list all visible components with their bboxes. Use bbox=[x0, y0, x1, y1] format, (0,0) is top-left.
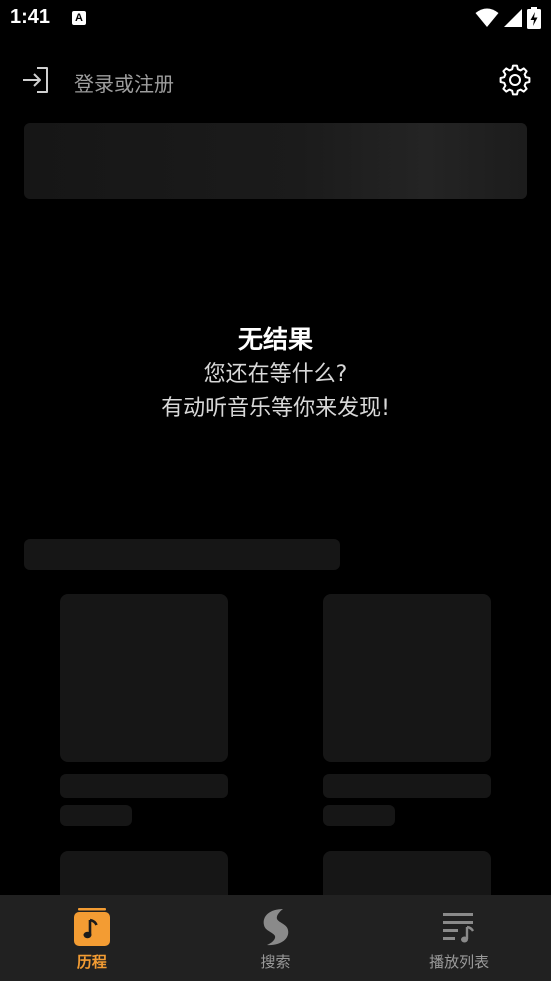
notification-a-icon: A bbox=[72, 11, 86, 25]
bottom-nav: 历程 搜索 播放列表 bbox=[0, 895, 551, 981]
section-title-skeleton bbox=[24, 539, 340, 570]
gear-icon[interactable] bbox=[499, 64, 531, 96]
signal-icon bbox=[504, 9, 522, 27]
card-skeleton bbox=[60, 594, 228, 762]
status-time: 1:41 bbox=[10, 6, 51, 28]
nav-label-history: 历程 bbox=[76, 953, 107, 971]
nav-label-playlist: 播放列表 bbox=[429, 953, 490, 971]
card-skeleton bbox=[323, 594, 491, 762]
empty-state-line-1: 您还在等什么? bbox=[203, 362, 348, 387]
status-icons bbox=[475, 7, 541, 29]
card-title-skeleton bbox=[60, 774, 228, 798]
playlist-icon bbox=[439, 907, 479, 947]
login-icon[interactable] bbox=[20, 64, 52, 96]
app-screen: 1:41 A 登录或注册 无结果 您还在等什么? 有动听音乐等你来发现! 历程 … bbox=[0, 0, 551, 981]
card-title-skeleton bbox=[323, 774, 491, 798]
wifi-icon bbox=[475, 8, 499, 27]
empty-state-line-2: 有动听音乐等你来发现! bbox=[161, 396, 390, 421]
nav-item-search[interactable]: 搜索 bbox=[184, 895, 368, 981]
status-bar: 1:41 A bbox=[0, 0, 551, 40]
banner-skeleton bbox=[24, 123, 527, 199]
battery-charging-icon bbox=[527, 7, 541, 29]
empty-state-title: 无结果 bbox=[237, 325, 313, 354]
login-register-link[interactable]: 登录或注册 bbox=[74, 68, 174, 97]
search-s-icon bbox=[256, 907, 296, 947]
header: 登录或注册 bbox=[0, 56, 551, 104]
card-subtitle-skeleton bbox=[323, 805, 395, 826]
empty-state: 无结果 您还在等什么? 有动听音乐等你来发现! bbox=[0, 322, 551, 426]
music-note-icon bbox=[72, 907, 112, 947]
nav-label-search: 搜索 bbox=[260, 953, 291, 971]
card-subtitle-skeleton bbox=[60, 805, 132, 826]
nav-item-playlist[interactable]: 播放列表 bbox=[367, 895, 551, 981]
nav-item-history[interactable]: 历程 bbox=[0, 895, 184, 981]
